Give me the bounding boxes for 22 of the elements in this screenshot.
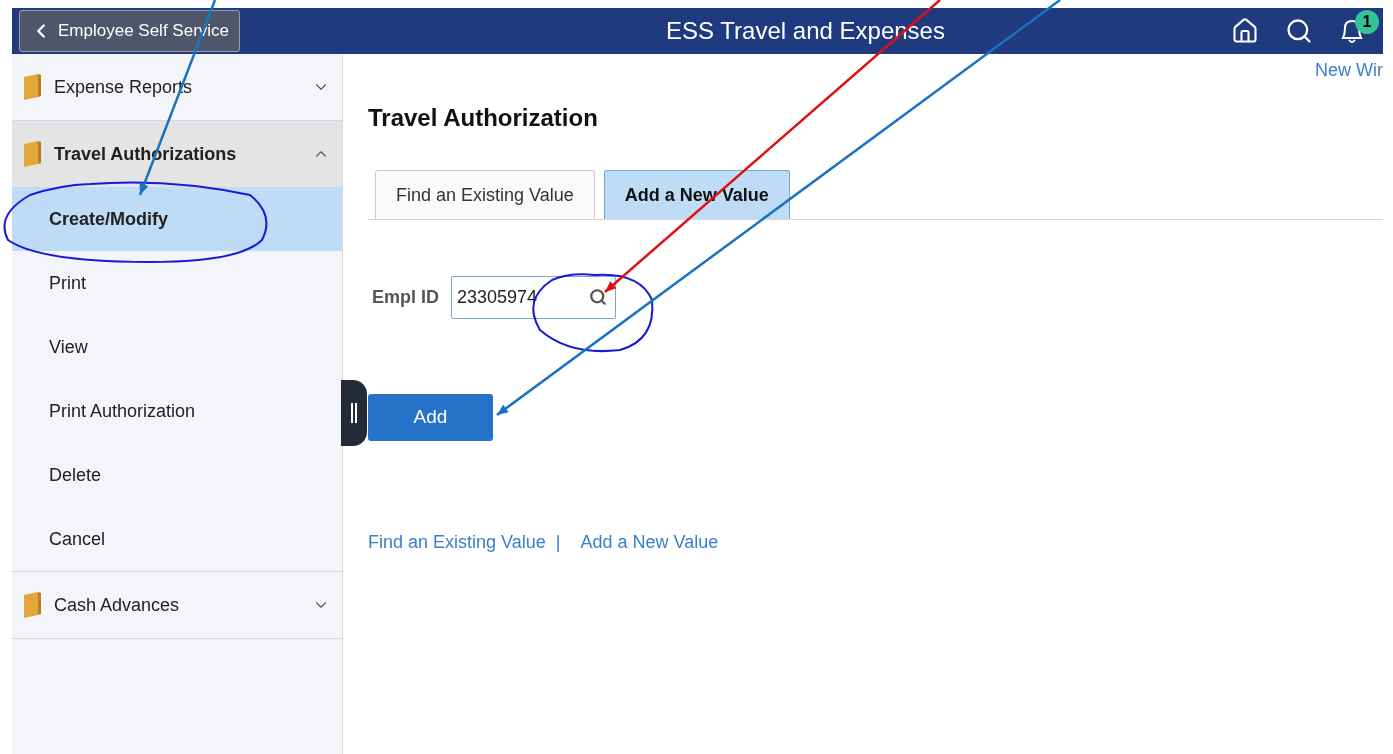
- grip-icon: [350, 403, 358, 423]
- field-label: Empl ID: [372, 286, 439, 309]
- footer-link[interactable]: Add a New Value: [580, 529, 719, 556]
- page-title: Travel Authorization: [368, 103, 599, 133]
- back-button[interactable]: Employee Self Service: [19, 10, 241, 52]
- folder-icon: [22, 140, 42, 168]
- empl-id-field[interactable]: 23305974: [451, 276, 616, 319]
- new-window-link[interactable]: New Wir: [1315, 57, 1383, 84]
- group-label: Cash Advances: [54, 593, 181, 617]
- add-button[interactable]: Add: [368, 394, 493, 441]
- footer-link[interactable]: Find an Existing Value: [368, 529, 546, 556]
- notification-badge: 1: [1355, 10, 1379, 34]
- tab[interactable]: Find an Existing Value: [375, 170, 595, 219]
- link-separator: |: [555, 531, 561, 554]
- tab[interactable]: Add a New Value: [603, 170, 790, 219]
- folder-icon: [22, 73, 42, 101]
- home-icon[interactable]: [1231, 17, 1259, 45]
- search-icon[interactable]: [1285, 17, 1313, 45]
- search-icon[interactable]: [589, 288, 607, 306]
- folder-icon: [22, 591, 42, 619]
- collapse-handle[interactable]: [341, 380, 367, 446]
- sidebar-item[interactable]: Create/Modify: [12, 187, 342, 251]
